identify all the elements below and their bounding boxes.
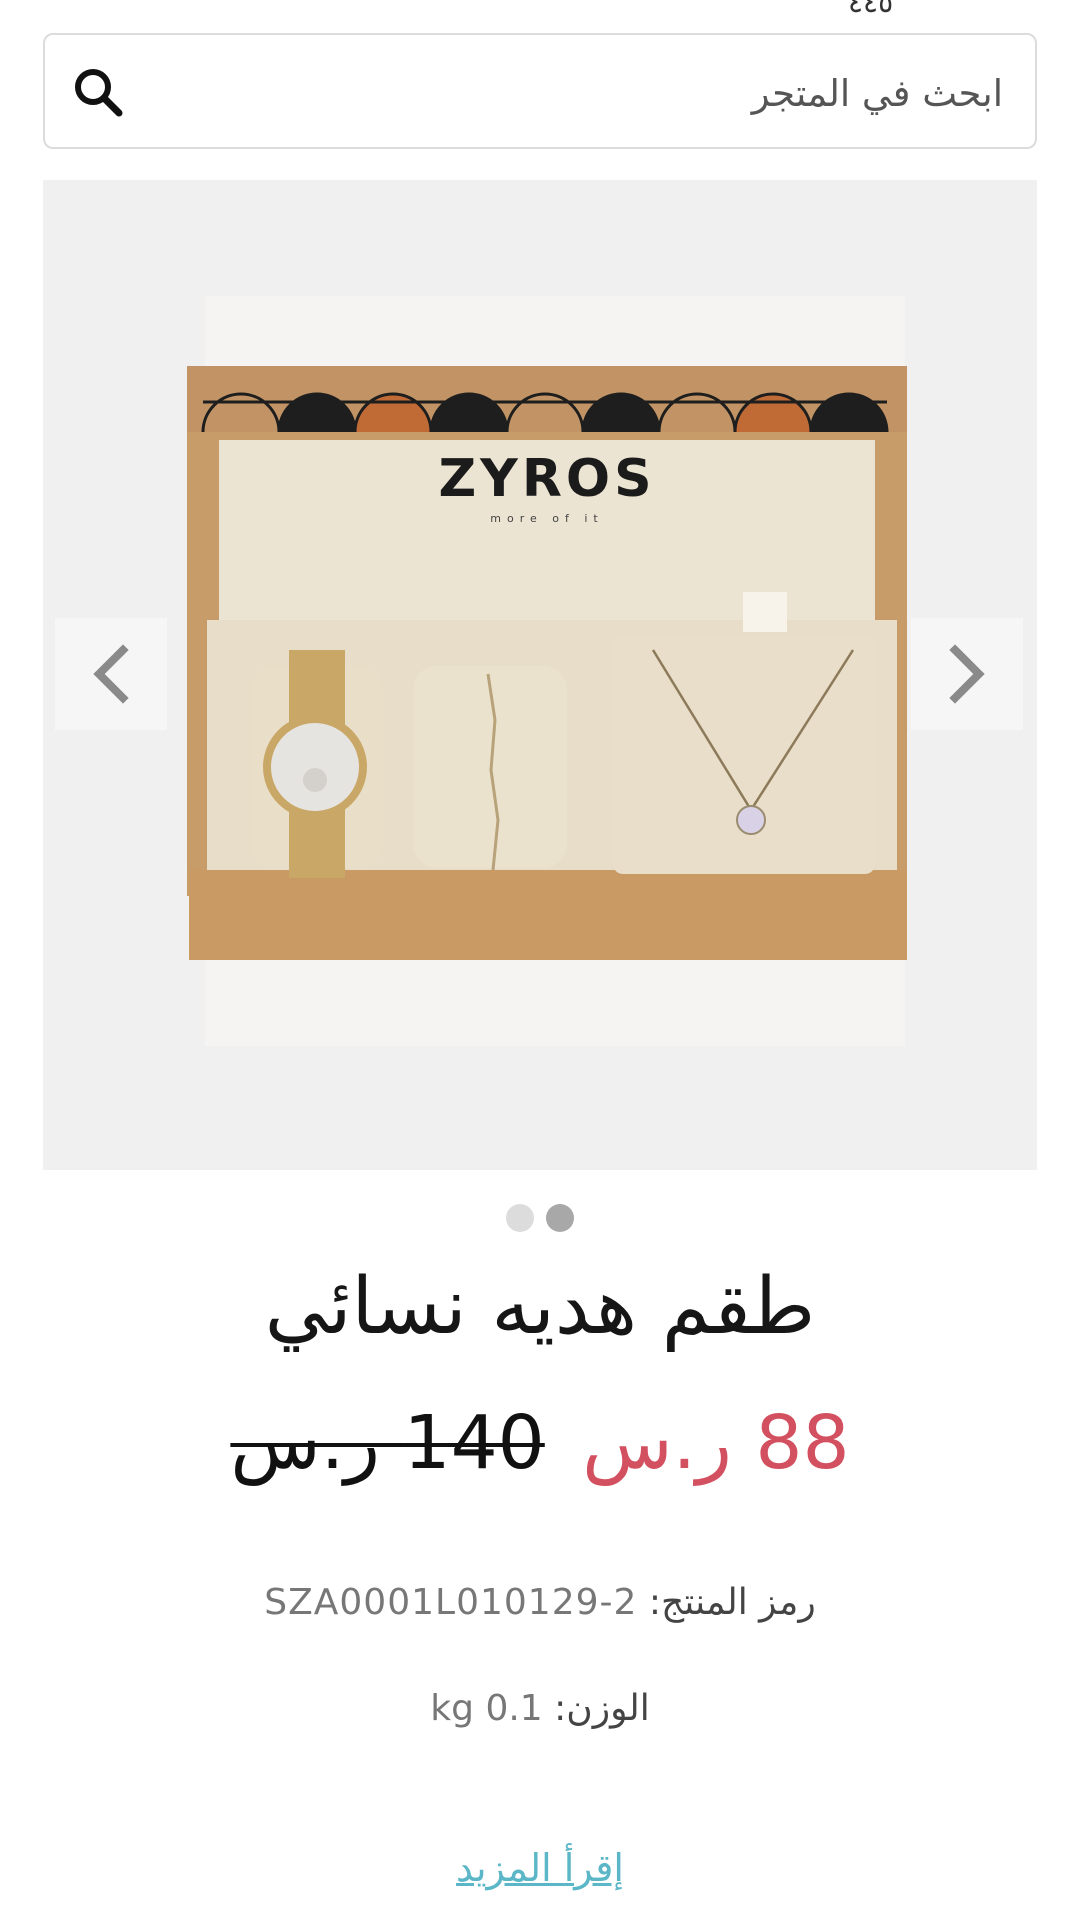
search-bar[interactable] (43, 33, 1037, 149)
read-more-link[interactable]: إقرأ المزيد (0, 1846, 1080, 1890)
weight-value: 0.1 kg (430, 1688, 543, 1729)
header-partial-text: ٤٤٥ (848, 0, 894, 19)
svg-text:more of it: more of it (490, 512, 603, 525)
product-title: طقم هديه نسائي (264, 1262, 816, 1352)
chevron-right-icon (949, 644, 985, 704)
search-icon[interactable] (65, 59, 131, 125)
gallery-pagination (0, 1204, 1080, 1232)
search-input[interactable] (201, 57, 1005, 129)
weight-label: الوزن: (554, 1688, 650, 1729)
gallery-prev-button[interactable] (55, 618, 167, 730)
sale-price: 88 ر.س (582, 1400, 850, 1486)
sku-label: رمز المنتج: (648, 1582, 816, 1623)
pagination-dot-1[interactable] (506, 1204, 534, 1232)
original-price: 140 ر.س (230, 1400, 545, 1486)
chevron-left-icon (93, 644, 129, 704)
product-page: ٤٤٥ ابحث في المتجر ZYROS more of it طقم … (0, 0, 1080, 1920)
weight-row: الوزن: 0.1 kg (0, 1688, 1080, 1729)
product-image: ZYROS more of it (187, 296, 907, 1046)
gallery-next-button[interactable] (911, 618, 1023, 730)
sku-value: SZA0001L010129-2 (264, 1582, 638, 1623)
pagination-dot-2[interactable] (546, 1204, 574, 1232)
price-row: 88 ر.س 140 ر.س (0, 1400, 1080, 1486)
product-gallery[interactable]: ZYROS more of it (43, 180, 1037, 1170)
svg-text:ZYROS: ZYROS (438, 449, 655, 509)
sku-row: رمز المنتج: SZA0001L010129-2 (0, 1582, 1080, 1623)
